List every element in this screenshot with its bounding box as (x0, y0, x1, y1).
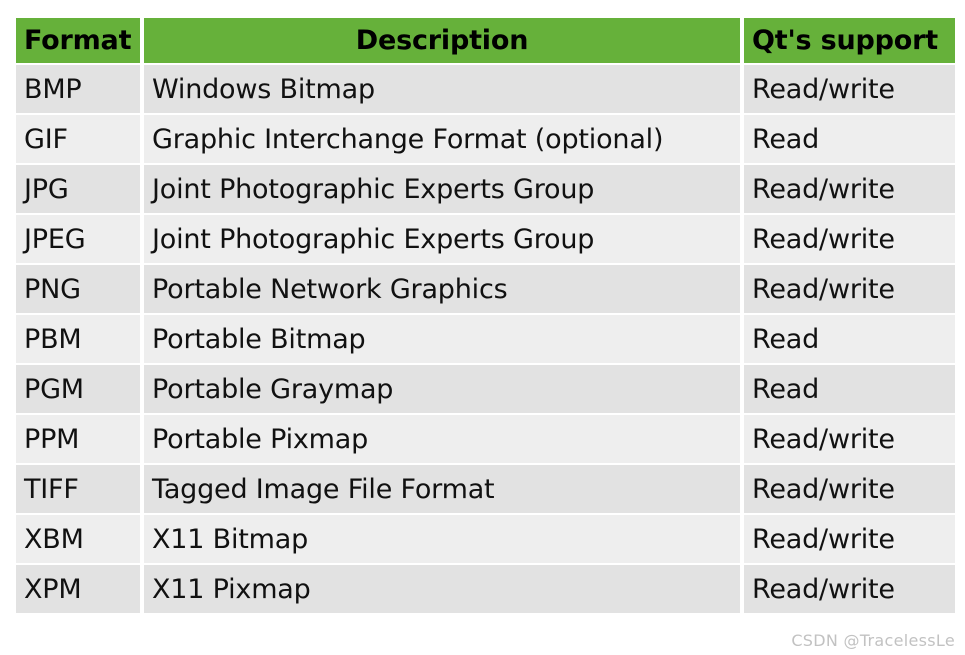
watermark: CSDN @TracelessLe (791, 631, 955, 650)
cell-support: Read/write (744, 465, 955, 513)
cell-format: JPEG (16, 215, 140, 263)
column-header-format: Format (16, 18, 140, 63)
cell-format: XPM (16, 565, 140, 613)
cell-description: Portable Pixmap (144, 415, 740, 463)
column-header-qt-support: Qt's support (744, 18, 955, 63)
table-row: GIF Graphic Interchange Format (optional)… (16, 115, 955, 163)
table-row: BMP Windows Bitmap Read/write (16, 65, 955, 113)
cell-description: Graphic Interchange Format (optional) (144, 115, 740, 163)
table-header: Format Description Qt's support (16, 18, 955, 63)
cell-format: BMP (16, 65, 140, 113)
cell-format: PNG (16, 265, 140, 313)
cell-description: X11 Bitmap (144, 515, 740, 563)
cell-support: Read/write (744, 415, 955, 463)
cell-format: TIFF (16, 465, 140, 513)
image-format-table-container: Format Description Qt's support BMP Windo… (16, 18, 955, 613)
cell-support: Read (744, 115, 955, 163)
column-header-description: Description (144, 18, 740, 63)
table-body: BMP Windows Bitmap Read/write GIF Graphic In… (16, 65, 955, 613)
table-row: PBM Portable Bitmap Read (16, 315, 955, 363)
table-header-row: Format Description Qt's support (16, 18, 955, 63)
cell-description: X11 Pixmap (144, 565, 740, 613)
cell-format: PBM (16, 315, 140, 363)
cell-description: Tagged Image File Format (144, 465, 740, 513)
table-row: XPM X11 Pixmap Read/write (16, 565, 955, 613)
table-row: PNG Portable Network Graphics Read/write (16, 265, 955, 313)
cell-description: Portable Graymap (144, 365, 740, 413)
cell-description: Joint Photographic Experts Group (144, 165, 740, 213)
table-row: JPG Joint Photographic Experts Group Read/… (16, 165, 955, 213)
cell-support: Read/write (744, 515, 955, 563)
cell-format: JPG (16, 165, 140, 213)
cell-format: PGM (16, 365, 140, 413)
cell-support: Read/write (744, 165, 955, 213)
table-row: XBM X11 Bitmap Read/write (16, 515, 955, 563)
cell-description: Portable Bitmap (144, 315, 740, 363)
cell-support: Read/write (744, 65, 955, 113)
image-format-table: Format Description Qt's support BMP Windo… (12, 16, 959, 615)
cell-description: Portable Network Graphics (144, 265, 740, 313)
cell-support: Read (744, 315, 955, 363)
cell-format: GIF (16, 115, 140, 163)
table-row: PPM Portable Pixmap Read/write (16, 415, 955, 463)
cell-description: Joint Photographic Experts Group (144, 215, 740, 263)
cell-format: XBM (16, 515, 140, 563)
cell-support: Read (744, 365, 955, 413)
table-row: TIFF Tagged Image File Format Read/write (16, 465, 955, 513)
cell-support: Read/write (744, 265, 955, 313)
cell-format: PPM (16, 415, 140, 463)
cell-description: Windows Bitmap (144, 65, 740, 113)
cell-support: Read/write (744, 565, 955, 613)
table-row: PGM Portable Graymap Read (16, 365, 955, 413)
table-row: JPEG Joint Photographic Experts Group Read… (16, 215, 955, 263)
cell-support: Read/write (744, 215, 955, 263)
